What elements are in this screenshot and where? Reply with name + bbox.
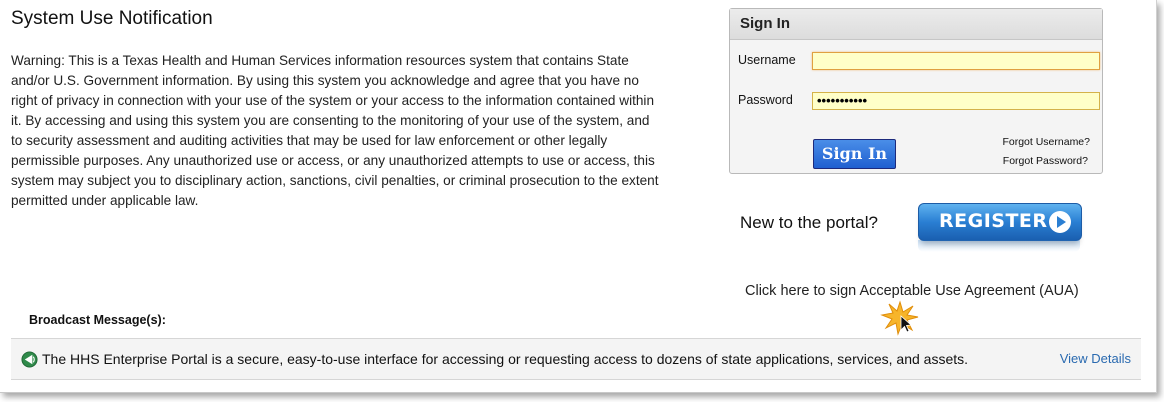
register-label: REGISTER <box>939 210 1048 232</box>
notice-body: Warning: This is a Texas Health and Huma… <box>11 53 659 208</box>
broadcast-icon <box>21 351 38 368</box>
username-label: Username <box>738 53 796 67</box>
signin-button[interactable]: Sign In <box>813 139 896 169</box>
broadcast-label: Broadcast Message(s): <box>29 313 166 327</box>
broadcast-message: The HHS Enterprise Portal is a secure, e… <box>42 351 969 367</box>
username-input[interactable] <box>812 52 1100 70</box>
password-label: Password <box>738 93 793 107</box>
view-details-link[interactable]: View Details <box>1060 351 1131 366</box>
signin-title: Sign In <box>730 9 1102 40</box>
password-input[interactable]: ••••••••••• <box>812 92 1100 110</box>
aua-link[interactable]: Click here to sign Acceptable Use Agreem… <box>745 283 1079 299</box>
play-arrow-icon <box>1049 211 1071 233</box>
forgot-username-link[interactable]: Forgot Username? <box>1002 136 1090 148</box>
forgot-password-link[interactable]: Forgot Password? <box>1003 155 1088 167</box>
register-reflection <box>918 240 1080 252</box>
notice-title: System Use Notification <box>11 8 213 29</box>
login-page: System Use Notification Warning: This is… <box>0 0 1157 393</box>
signin-panel: Sign In Username Password ••••••••••• Si… <box>729 8 1103 174</box>
starburst-icon <box>880 300 919 336</box>
register-button[interactable]: REGISTER <box>918 203 1082 241</box>
new-to-portal-text: New to the portal? <box>740 213 878 232</box>
broadcast-message-row: The HHS Enterprise Portal is a secure, e… <box>11 338 1141 380</box>
